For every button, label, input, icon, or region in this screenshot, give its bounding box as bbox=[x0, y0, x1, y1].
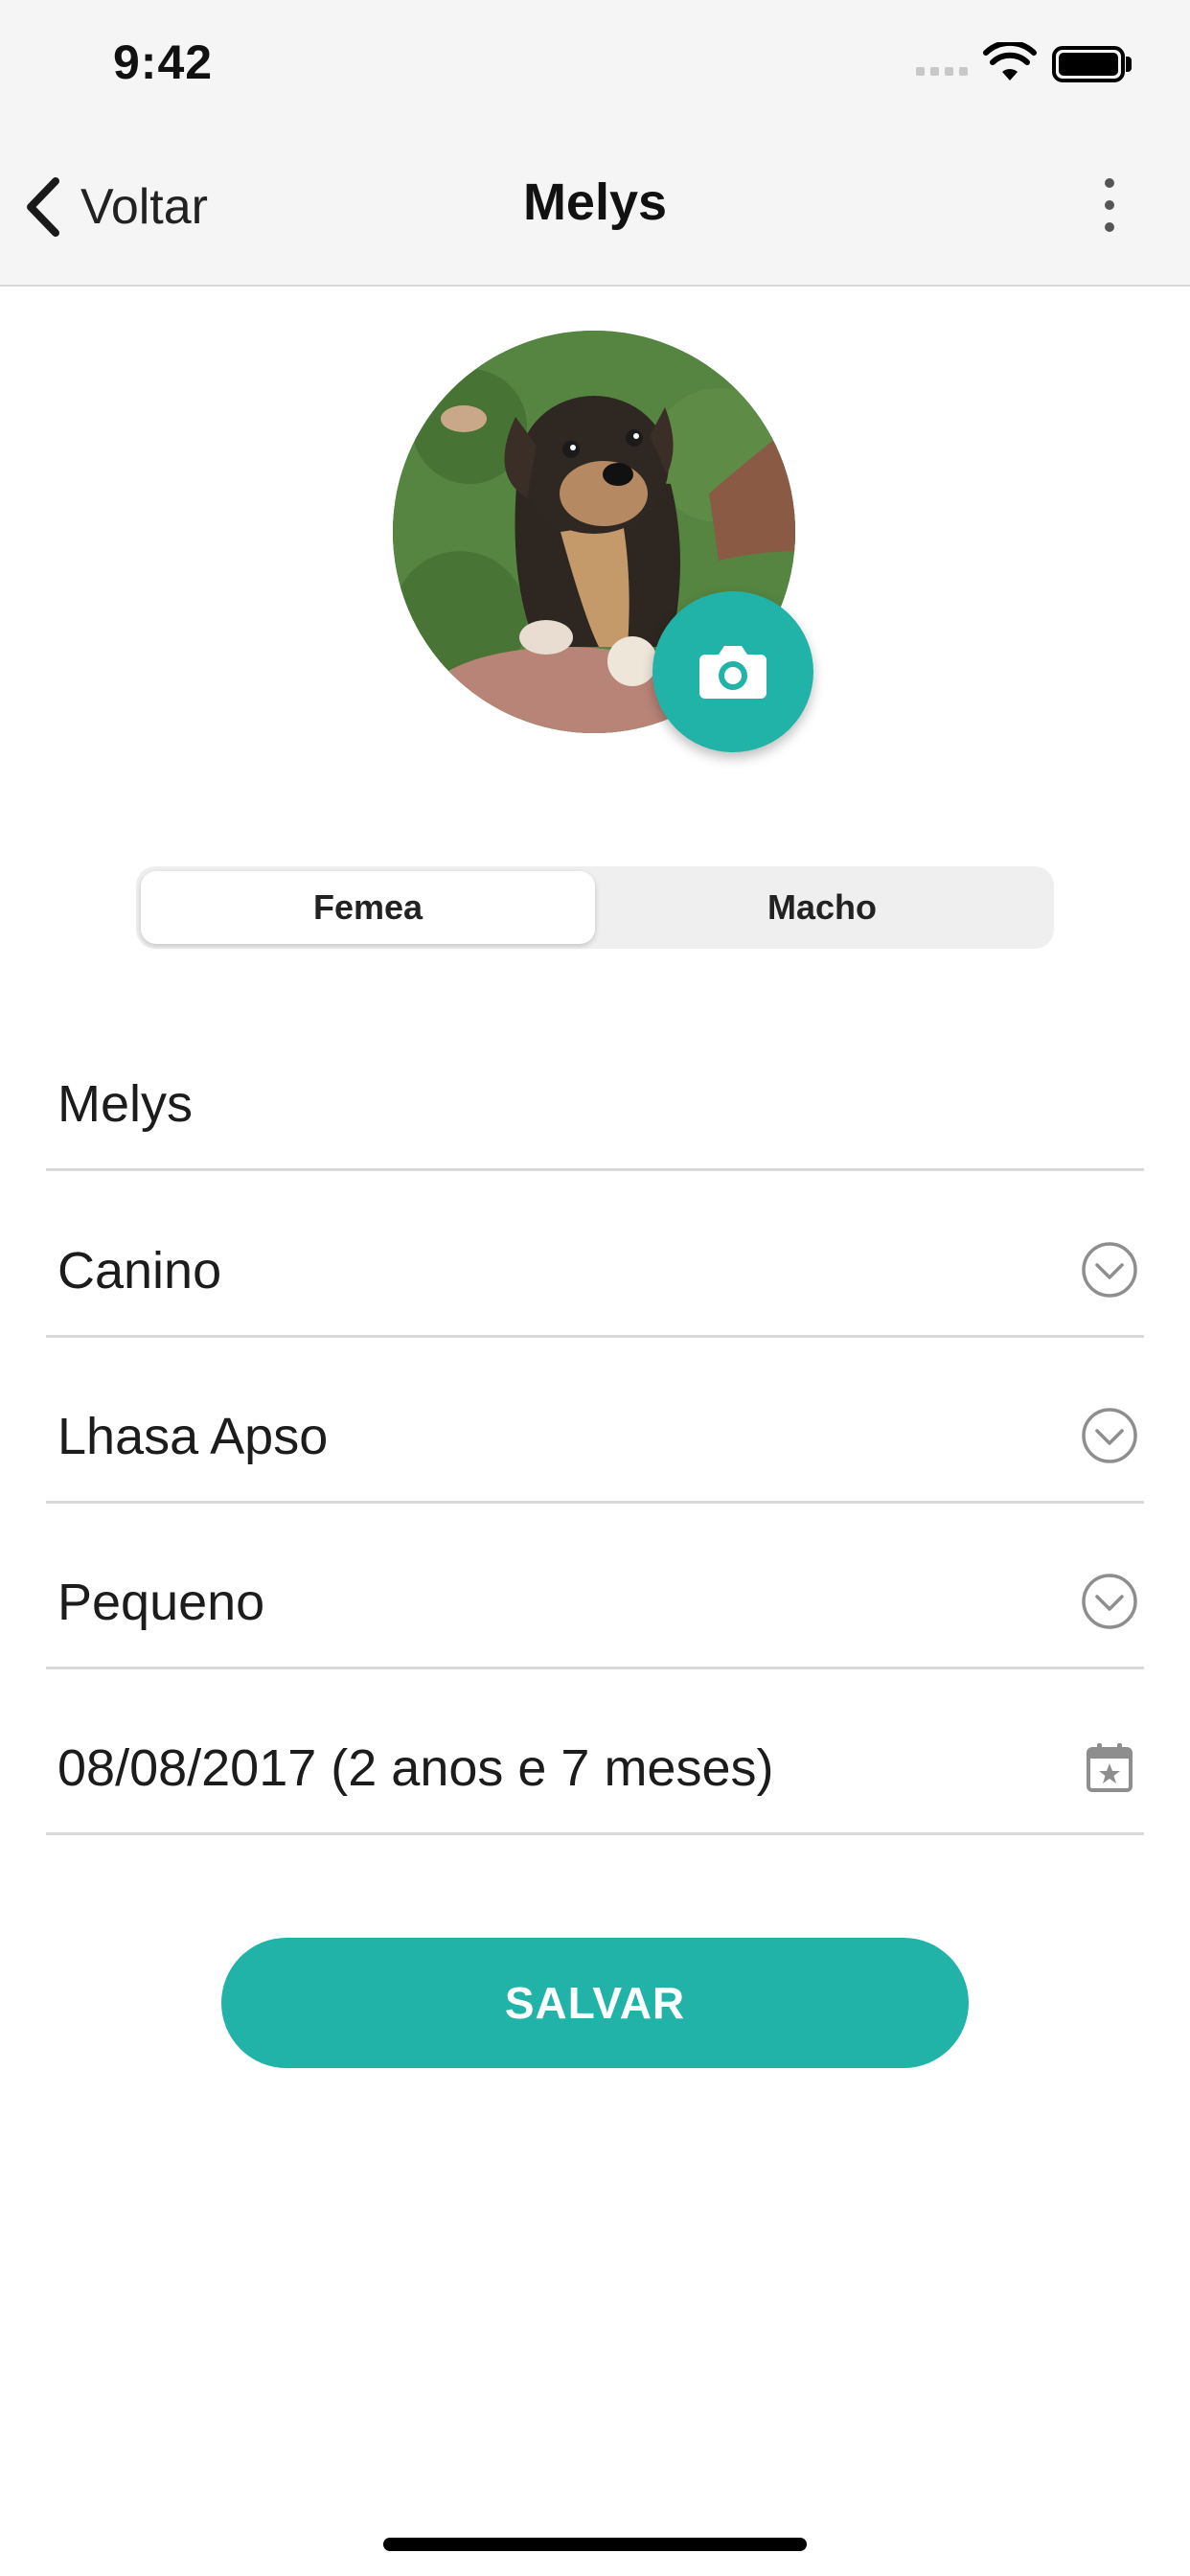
signal-icon bbox=[916, 67, 968, 76]
species-value: Canino bbox=[57, 1242, 222, 1300]
home-indicator bbox=[383, 2538, 807, 2551]
page-title: Melys bbox=[522, 173, 668, 231]
name-field[interactable]: Melys bbox=[46, 1004, 1144, 1171]
size-value: Pequeno bbox=[57, 1574, 265, 1631]
more-dot bbox=[1105, 178, 1114, 188]
header: 9:42 Voltar Melys bbox=[0, 0, 1190, 287]
camera-icon bbox=[699, 646, 767, 699]
chevron-down-circle-icon bbox=[1081, 1407, 1138, 1464]
more-dot bbox=[1105, 200, 1114, 210]
change-photo-button[interactable] bbox=[652, 591, 813, 752]
status-time: 9:42 bbox=[113, 35, 214, 89]
birthdate-field[interactable]: 08/08/2017 (2 anos e 7 meses) bbox=[46, 1668, 1144, 1835]
birthdate-value: 08/08/2017 (2 anos e 7 meses) bbox=[57, 1739, 774, 1797]
size-select[interactable]: Pequeno bbox=[46, 1503, 1144, 1669]
chevron-down-circle-icon bbox=[1081, 1573, 1138, 1630]
wifi-icon bbox=[983, 42, 1037, 80]
gender-selector: Femea Macho bbox=[136, 866, 1054, 949]
battery-tip bbox=[1126, 57, 1132, 72]
breed-value: Lhasa Apso bbox=[57, 1408, 329, 1465]
chevron-down-circle-icon bbox=[1081, 1241, 1138, 1299]
calendar-star-icon[interactable] bbox=[1081, 1738, 1138, 1796]
more-dot bbox=[1105, 222, 1114, 232]
breed-select[interactable]: Lhasa Apso bbox=[46, 1337, 1144, 1504]
name-value: Melys bbox=[57, 1075, 194, 1133]
species-select[interactable]: Canino bbox=[46, 1171, 1144, 1338]
save-button[interactable]: SALVAR bbox=[221, 1938, 969, 2068]
gender-option-macho[interactable]: Macho bbox=[595, 871, 1049, 944]
more-options-button[interactable] bbox=[1092, 178, 1127, 232]
battery-icon bbox=[1052, 46, 1125, 82]
gender-option-femea[interactable]: Femea bbox=[141, 871, 595, 944]
